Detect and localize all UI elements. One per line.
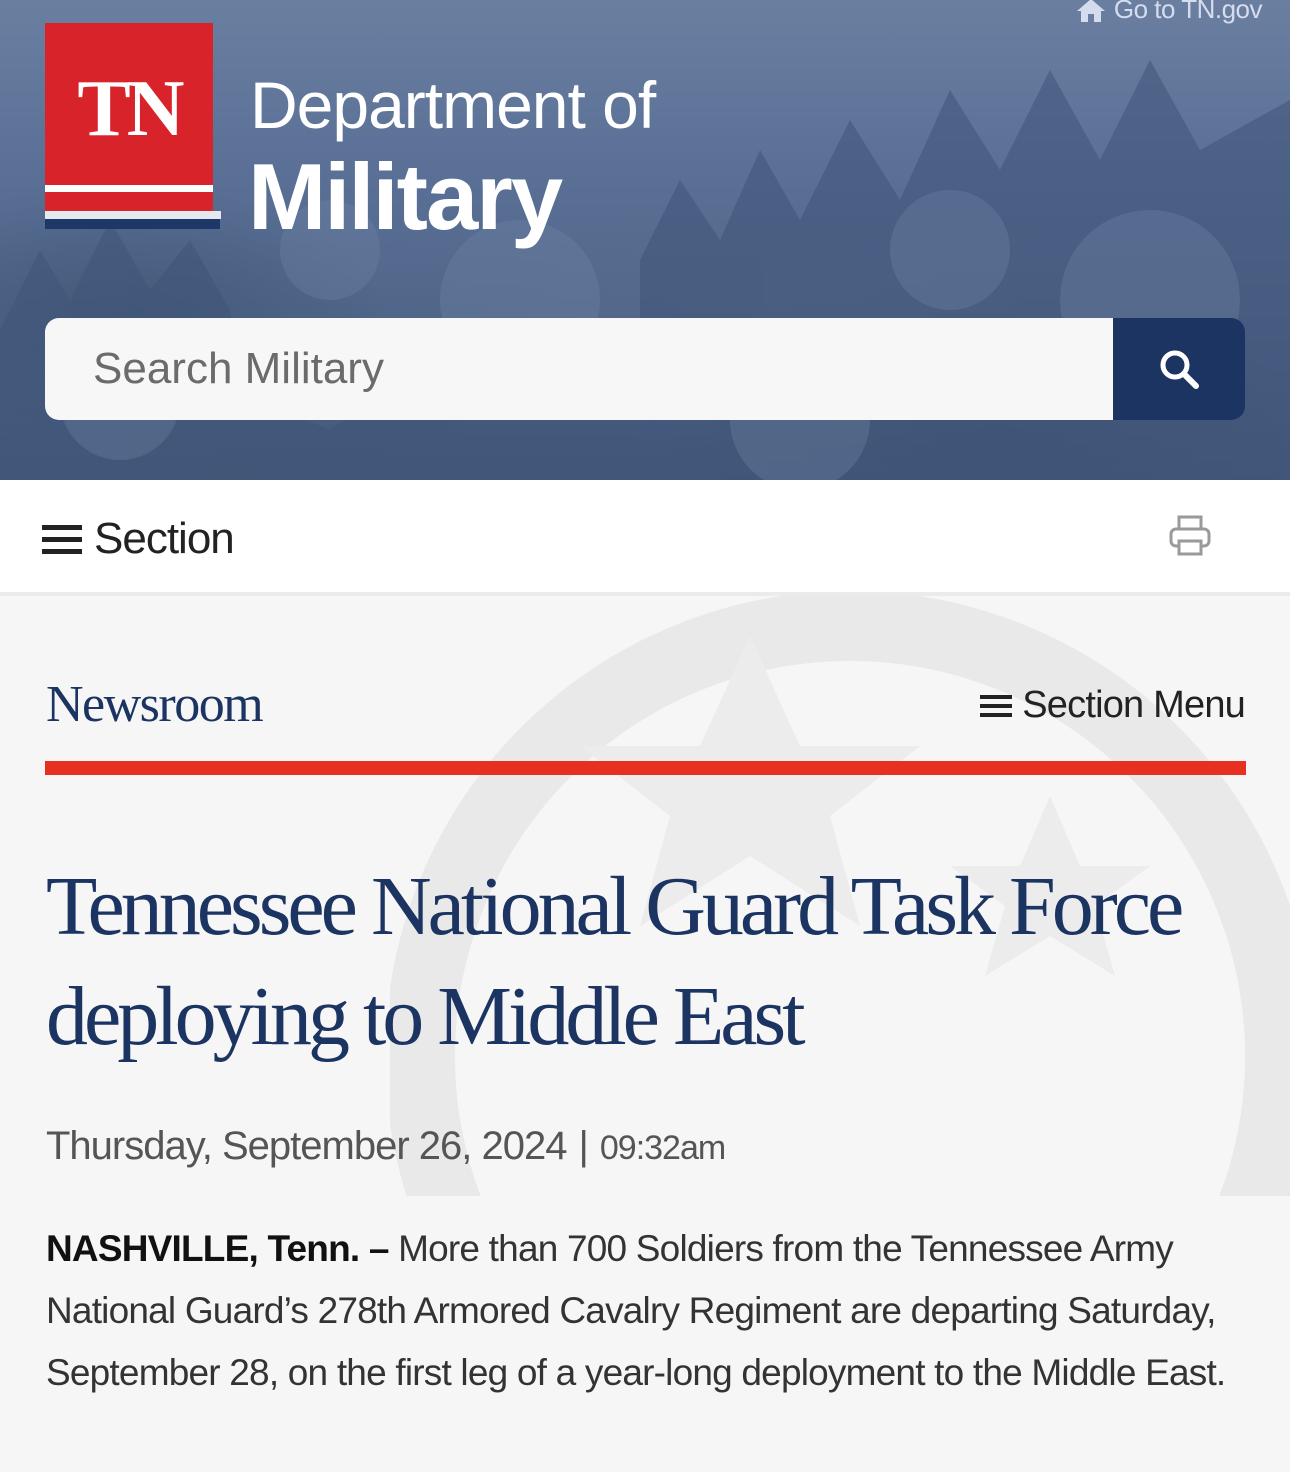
dateline-dash: – (359, 1228, 399, 1269)
search-form (45, 318, 1245, 420)
tn-logo-text: TN (77, 65, 184, 153)
logo-stripe-white (45, 185, 213, 192)
goto-tngov-label: Go to TN.gov (1113, 0, 1263, 24)
home-icon (1076, 0, 1105, 22)
page-section-title: Newsroom (46, 676, 264, 733)
search-input[interactable] (45, 318, 1113, 420)
section-toggle-button[interactable]: Section (42, 514, 235, 564)
article-headline: Tennessee National Guard Task Force depl… (46, 860, 1184, 1063)
article-time: 09:32am (599, 1129, 726, 1167)
hamburger-icon (42, 525, 82, 554)
logo-stripe-separator (45, 211, 221, 219)
tn-logo[interactable]: TN (45, 23, 221, 229)
goto-tngov-link[interactable]: Go to TN.gov (1076, 0, 1263, 25)
section-menu-label: Section Menu (1022, 684, 1246, 726)
department-of-text: Department of (250, 68, 656, 142)
article-date: Thursday, September 26, 2024 (46, 1124, 567, 1168)
section-divider (45, 761, 1246, 775)
site-header: Go to TN.gov TN Department of Military (0, 0, 1290, 480)
section-toggle-label: Section (94, 514, 235, 563)
search-icon (1160, 350, 1199, 389)
logo-stripe-blue (45, 219, 220, 229)
article-dateline: Thursday, September 26, 2024 | 09:32am (46, 1124, 726, 1169)
article-location: NASHVILLE, Tenn. (46, 1228, 360, 1269)
hamburger-icon (980, 694, 1013, 717)
section-bar: Section (0, 480, 1290, 596)
date-separator: | (578, 1124, 588, 1168)
section-menu-button[interactable]: Section Menu (980, 684, 1246, 727)
search-button[interactable] (1113, 318, 1245, 420)
article-body: NASHVILLE, Tenn. – More than 700 Soldier… (46, 1218, 1246, 1404)
department-name: Military (248, 144, 563, 249)
printer-icon[interactable] (1168, 514, 1212, 558)
